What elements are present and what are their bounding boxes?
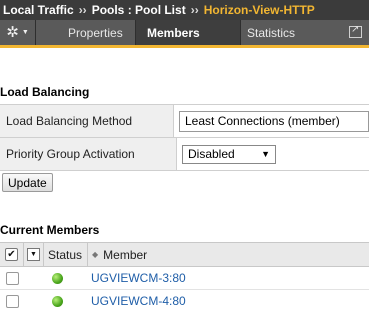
property-row: Load Balancing Method Least Connections …	[0, 105, 369, 138]
table-row: UGVIEWCM-3:80	[0, 267, 369, 290]
status-available-icon	[51, 272, 63, 284]
lb-method-label: Load Balancing Method	[0, 105, 174, 137]
breadcrumb-local-traffic[interactable]: Local Traffic	[3, 3, 74, 17]
member-link[interactable]: UGVIEWCM-3:80	[91, 271, 186, 285]
popout-icon[interactable]	[349, 24, 362, 38]
member-column-header[interactable]: ◆ Member	[88, 243, 369, 266]
tab-statistics-label: Statistics	[247, 25, 296, 40]
breadcrumb-current-pool: Horizon-View-HTTP	[203, 3, 315, 17]
members-table-header: ✔ ▼ Status ◆ Member	[0, 242, 369, 267]
property-row: Priority Group Activation Disabled ▼	[0, 138, 369, 171]
tab-properties[interactable]: Properties	[36, 20, 136, 45]
priority-group-select[interactable]: Disabled ▼	[182, 144, 276, 164]
gear-icon: ✲	[6, 24, 19, 41]
breadcrumb: Local Traffic ›› Pools : Pool List ›› Ho…	[0, 0, 369, 20]
current-members-title: Current Members	[0, 223, 100, 237]
tab-members[interactable]: Members	[136, 20, 241, 45]
chevron-down-icon: ▼	[21, 29, 29, 36]
breadcrumb-pool-list[interactable]: Pools : Pool List	[92, 3, 186, 17]
member-column-label: Member	[103, 247, 148, 262]
tab-bar: ✲ ▼ Properties Members Statistics	[0, 20, 369, 48]
priority-group-value: Disabled	[188, 147, 235, 161]
lb-method-field[interactable]: Least Connections (member)	[179, 110, 369, 132]
breadcrumb-separator: ››	[78, 3, 87, 17]
row-checkbox[interactable]	[5, 271, 19, 285]
member-link[interactable]: UGVIEWCM-4:80	[91, 294, 186, 308]
column-menu-button[interactable]: ▼	[27, 248, 40, 261]
status-available-icon	[51, 295, 63, 307]
row-checkbox[interactable]	[5, 294, 19, 308]
status-column-header[interactable]: Status	[44, 243, 88, 266]
update-button[interactable]: Update	[2, 173, 53, 192]
load-balancing-table: Load Balancing Method Least Connections …	[0, 104, 369, 171]
gear-menu-button[interactable]: ✲ ▼	[0, 20, 36, 45]
tab-statistics[interactable]: Statistics	[241, 20, 367, 45]
sort-icon: ◆	[92, 249, 99, 259]
breadcrumb-separator: ››	[190, 3, 199, 17]
priority-group-label: Priority Group Activation	[0, 138, 177, 170]
dropdown-arrow-icon: ▼	[261, 149, 270, 159]
load-balancing-title: Load Balancing	[0, 85, 90, 99]
select-all-checkbox[interactable]: ✔	[5, 248, 18, 261]
table-row: UGVIEWCM-4:80	[0, 290, 369, 312]
